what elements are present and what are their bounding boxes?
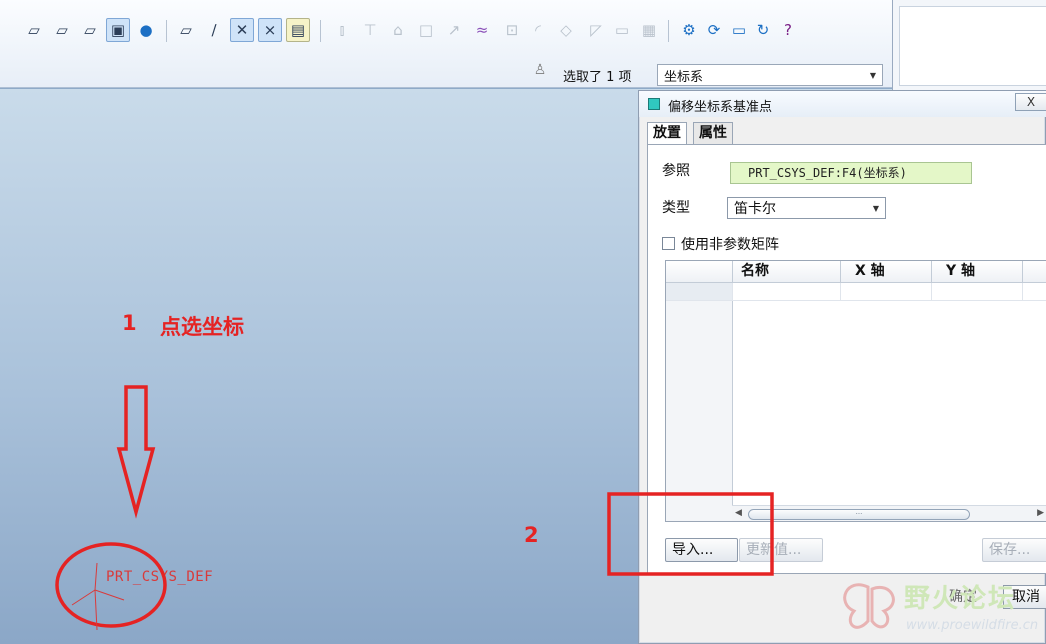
rectangle-icon[interactable]: □ — [414, 18, 438, 42]
scroll-thumb[interactable]: ··· — [748, 509, 970, 520]
draft-icon[interactable]: ◸ — [584, 18, 608, 42]
dialog-titlebar[interactable]: 偏移坐标系基准点 X — [639, 91, 1046, 117]
toolbar-row-status: ♙ 选取了 1 项 坐标系 ▼ — [0, 60, 892, 88]
points-table[interactable]: 名称 X 轴 Y 轴 ◀ ··· ▶ — [665, 260, 1046, 522]
annotation-step1-text: 点选坐标 — [160, 315, 244, 339]
column-header-y[interactable]: Y 轴 — [931, 261, 1022, 283]
box-right-icon[interactable]: ▱ — [78, 18, 102, 42]
main-toolbar: ▱ ▱ ▱ ▣ ● ▱ ∕ ✕ ⨯ ▤ ⫾ ⊤ ⌂ □ ↗ ≈ ⊡ ◜ ◇ ◸ … — [0, 0, 892, 88]
datum-axis-icon[interactable]: ∕ — [202, 18, 226, 42]
nonparam-matrix-checkbox[interactable] — [662, 237, 675, 250]
table-cell[interactable] — [732, 283, 840, 301]
box-top-icon[interactable]: ▱ — [50, 18, 74, 42]
chevron-down-icon: ▼ — [872, 203, 879, 213]
right-side-panel — [892, 0, 1046, 92]
datum-plane-icon[interactable]: ▱ — [174, 18, 198, 42]
tab-properties[interactable]: 属性 — [693, 122, 733, 144]
fillet-icon[interactable]: ◜ — [526, 18, 550, 42]
tag-display-icon[interactable]: ▤ — [286, 18, 310, 42]
scroll-right-icon[interactable]: ▶ — [1037, 508, 1044, 518]
dialog-app-icon — [648, 98, 660, 110]
import-button[interactable]: 导入... — [665, 538, 738, 562]
refresh-icon[interactable]: ↻ — [751, 18, 775, 42]
tab-placement[interactable]: 放置 — [647, 122, 687, 145]
help-icon[interactable]: ? — [776, 18, 800, 42]
column-header-name[interactable]: 名称 — [732, 261, 840, 283]
regen-icon[interactable]: ⟳ — [702, 18, 726, 42]
watermark-butterfly-logo — [843, 583, 895, 629]
annotation-step1-number: 1 — [122, 311, 137, 335]
type-label: 类型 — [662, 200, 690, 216]
curve-icon[interactable]: ≈ — [470, 18, 494, 42]
mirror-icon[interactable]: ⫾ — [330, 18, 354, 42]
close-button[interactable]: X — [1015, 93, 1046, 111]
table-row[interactable] — [666, 283, 1046, 301]
trim-icon[interactable]: ⊤ — [358, 18, 382, 42]
type-dropdown-value: 笛卡尔 — [734, 201, 776, 217]
table-header: 名称 X 轴 Y 轴 — [666, 261, 1046, 283]
table-cell[interactable] — [1022, 283, 1046, 301]
selection-filter-value: 坐标系 — [664, 69, 704, 85]
shell-icon[interactable]: ◇ — [554, 18, 578, 42]
right-side-panel-content — [899, 6, 1046, 86]
dialog-title: 偏移坐标系基准点 — [668, 100, 773, 115]
toolbar-separator — [668, 20, 669, 42]
offset-icon[interactable]: ↗ — [442, 18, 466, 42]
selection-filter-dropdown[interactable]: 坐标系 ▼ — [657, 64, 883, 86]
csys-display-icon[interactable]: ⨯ — [258, 18, 282, 42]
selection-status: 选取了 1 项 — [563, 70, 632, 85]
save-button[interactable]: 保存... — [982, 538, 1046, 562]
site-watermark: 野火论坛 www.proewildfire.cn — [836, 575, 1046, 644]
settings-gear-icon[interactable]: ⚙ — [677, 18, 701, 42]
selection-filter-icon: ♙ — [533, 62, 547, 78]
datum-point-icon[interactable]: ✕ — [230, 18, 254, 42]
type-dropdown[interactable]: 笛卡尔 ▼ — [727, 197, 886, 219]
shaded-view-icon[interactable]: ▣ — [106, 18, 130, 42]
column-header-x[interactable]: X 轴 — [840, 261, 931, 283]
scroll-left-icon[interactable]: ◀ — [735, 508, 742, 518]
toolbar-separator — [320, 20, 321, 42]
table-cell[interactable] — [931, 283, 1022, 301]
column-header-z[interactable] — [1022, 261, 1046, 283]
row-header-column — [666, 283, 733, 521]
appearance-icon[interactable]: ● — [134, 18, 158, 42]
box-front-icon[interactable]: ▱ — [22, 18, 46, 42]
grid-icon[interactable]: ▦ — [637, 18, 661, 42]
insert-icon[interactable]: ⊡ — [500, 18, 524, 42]
toolbar-row-icons: ▱ ▱ ▱ ▣ ● ▱ ∕ ✕ ⨯ ▤ ⫾ ⊤ ⌂ □ ↗ ≈ ⊡ ◜ ◇ ◸ … — [0, 14, 892, 48]
frame-icon[interactable]: ▭ — [610, 18, 634, 42]
chevron-down-icon: ▼ — [869, 70, 876, 80]
update-values-button[interactable]: 更新值... — [739, 538, 823, 562]
watermark-text: 野火论坛 — [904, 584, 1017, 614]
table-cell[interactable] — [840, 283, 931, 301]
toolbar-separator — [166, 20, 167, 42]
reference-collector[interactable]: PRT_CSYS_DEF:F4(坐标系) — [730, 162, 972, 184]
placement-panel: 参照 PRT_CSYS_DEF:F4(坐标系) 类型 笛卡尔 ▼ 使用非参数矩阵… — [647, 144, 1046, 574]
watermark-url: www.proewildfire.cn — [906, 618, 1039, 633]
csys-label[interactable]: PRT_CSYS_DEF — [106, 569, 213, 585]
folder-icon[interactable]: ▭ — [727, 18, 751, 42]
merge-icon[interactable]: ⌂ — [386, 18, 410, 42]
annotation-step2-number: 2 — [524, 523, 539, 547]
horizontal-scrollbar[interactable]: ◀ ··· ▶ — [732, 505, 1046, 521]
nonparam-matrix-label: 使用非参数矩阵 — [681, 237, 779, 253]
offset-csys-datum-point-dialog: 偏移坐标系基准点 X 放置 属性 参照 PRT_CSYS_DEF:F4(坐标系)… — [638, 90, 1046, 644]
reference-label: 参照 — [662, 163, 690, 179]
